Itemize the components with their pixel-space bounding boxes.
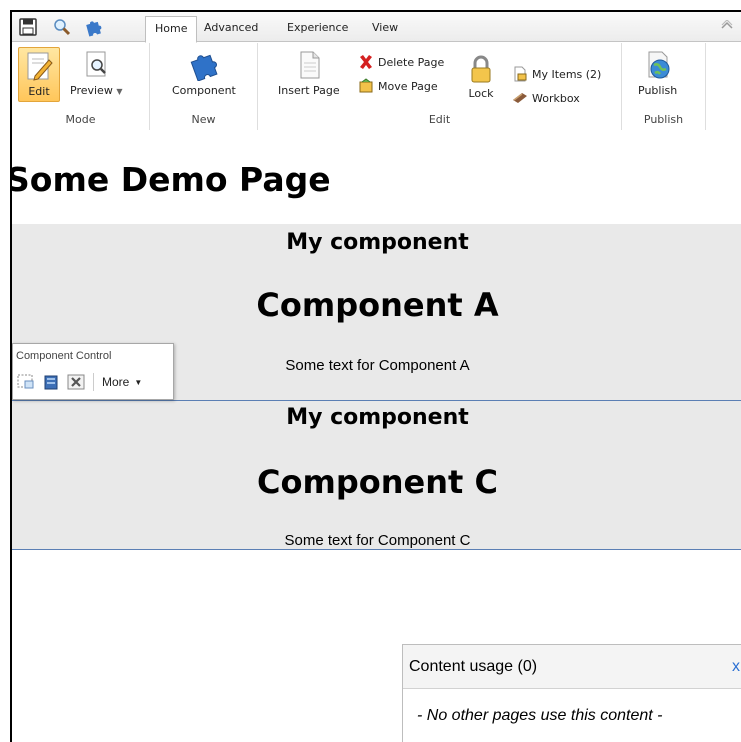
ribbon: Home Advanced Experience View Edit Previ…	[12, 12, 741, 130]
group-mode: Edit Preview ▼ Mode	[12, 43, 150, 130]
group-edit-label: Edit	[428, 113, 451, 126]
lock-label: Lock	[468, 87, 494, 100]
ribbon-groups: Edit Preview ▼ Mode Component New Insert…	[12, 43, 741, 130]
group-mode-label: Mode	[65, 113, 96, 126]
more-button[interactable]: More ▼	[102, 375, 142, 389]
component-heading: My component	[286, 405, 469, 430]
component-button[interactable]: Component	[172, 49, 236, 97]
content-usage-header: Content usage (0) x	[403, 645, 741, 689]
more-label: More	[102, 375, 130, 389]
workbox-label: Workbox	[532, 91, 580, 105]
delete-icon	[360, 55, 372, 69]
component-block-c[interactable]: My component Component C Some text for C…	[12, 401, 741, 550]
component-control-panel: Component Control More ▼	[12, 343, 174, 400]
toolbar-divider	[93, 373, 94, 391]
component-text: Some text for Component C	[284, 532, 471, 549]
workbox-icon	[513, 93, 527, 103]
remove-component-icon[interactable]	[66, 373, 86, 391]
tab-advanced[interactable]: Advanced	[195, 16, 267, 42]
preview-label: Preview ▼	[70, 84, 122, 97]
tab-home[interactable]: Home	[145, 16, 198, 43]
component-control-title: Component Control	[16, 350, 112, 362]
edit-icon	[27, 52, 53, 81]
component-control-toolbar: More ▼	[16, 373, 142, 391]
publish-globe-icon	[648, 51, 670, 79]
my-items-label: My Items (2)	[532, 67, 602, 81]
save-icon[interactable]	[18, 17, 38, 37]
chevron-down-icon: ▼	[134, 377, 143, 387]
component-title: Component C	[257, 463, 498, 501]
page-title: Some Demo Page	[10, 160, 331, 199]
component-title: Component A	[256, 286, 499, 324]
my-items-button[interactable]: My Items (2)	[512, 66, 601, 82]
group-new-label: New	[191, 113, 216, 126]
delete-page-button[interactable]: Delete Page	[358, 54, 444, 70]
publish-button[interactable]: Publish	[638, 49, 677, 97]
move-page-label: Move Page	[378, 79, 438, 93]
insert-page-label: Insert Page	[278, 84, 340, 97]
ribbon-tab-bar: Home Advanced Experience View	[12, 12, 741, 43]
group-publish: Publish Publish	[622, 43, 706, 130]
select-component-icon[interactable]	[16, 373, 36, 391]
page-frame: Home Advanced Experience View Edit Previ…	[10, 10, 741, 742]
close-button[interactable]: x	[732, 658, 740, 676]
group-edit: Insert Page Delete Page Move Page Lock M…	[258, 43, 622, 130]
tab-experience[interactable]: Experience	[278, 16, 357, 42]
publish-label: Publish	[638, 84, 678, 97]
my-items-icon	[514, 66, 527, 82]
move-icon	[359, 78, 373, 93]
group-publish-label: Publish	[643, 113, 684, 126]
preview-button[interactable]: Preview ▼	[70, 49, 122, 97]
search-icon[interactable]	[52, 17, 72, 37]
puzzle-icon	[190, 54, 218, 81]
workbox-button[interactable]: Workbox	[512, 90, 580, 106]
lock-button[interactable]: Lock	[468, 55, 494, 100]
preview-label-text: Preview	[70, 84, 113, 97]
component-icon[interactable]	[84, 17, 104, 37]
page-icon	[300, 51, 320, 79]
insert-page-button[interactable]: Insert Page	[278, 49, 340, 97]
component-label: Component	[172, 84, 236, 97]
chevron-down-icon: ▼	[116, 87, 123, 96]
content-usage-panel: Content usage (0) x - No other pages use…	[402, 644, 741, 742]
move-page-button[interactable]: Move Page	[358, 78, 438, 94]
component-heading: My component	[286, 230, 469, 255]
tab-view[interactable]: View	[363, 16, 407, 42]
preview-icon	[86, 51, 107, 77]
edit-label: Edit	[28, 85, 50, 98]
delete-page-label: Delete Page	[378, 55, 445, 69]
properties-icon[interactable]	[41, 373, 61, 391]
content-usage-title: Content usage (0)	[409, 658, 538, 675]
group-new: Component New	[150, 43, 258, 130]
edit-button[interactable]: Edit	[18, 47, 60, 102]
lock-icon	[471, 55, 491, 83]
collapse-ribbon-icon[interactable]	[721, 19, 733, 33]
content-usage-message: - No other pages use this content -	[417, 707, 663, 724]
